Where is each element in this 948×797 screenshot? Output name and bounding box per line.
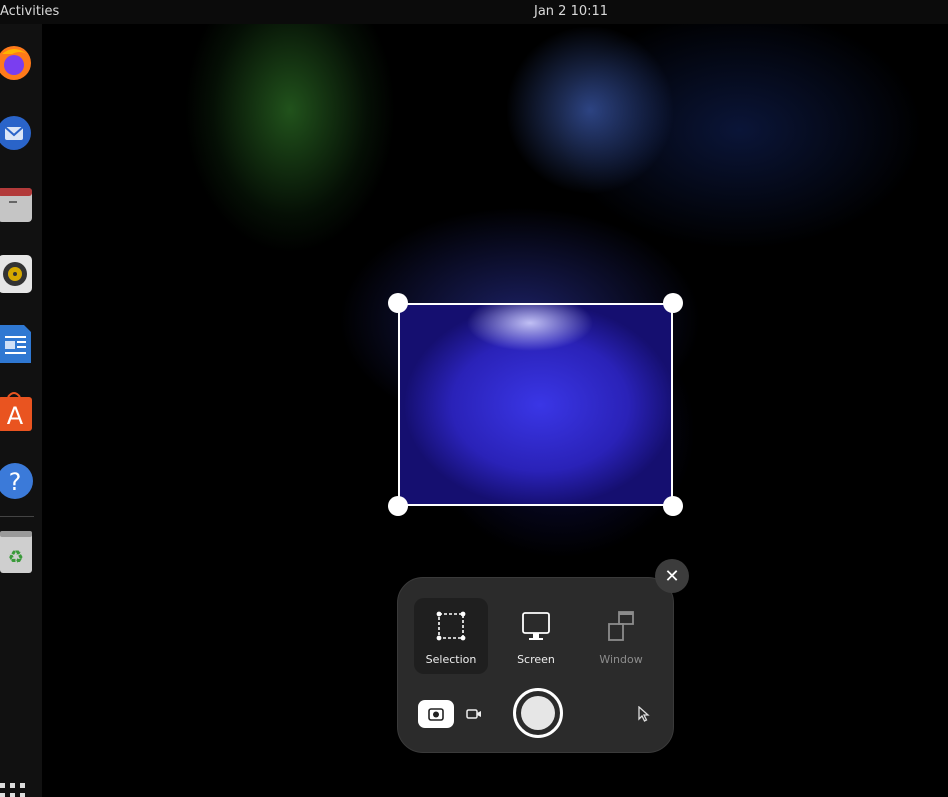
dock-item-thunderbird[interactable] (0, 110, 34, 156)
dock-item-rhythmbox[interactable] (0, 250, 34, 296)
dock-item-firefox[interactable] (0, 40, 34, 86)
window-icon (608, 611, 634, 641)
dock-item-help[interactable]: ? (0, 458, 34, 504)
selection-handle-top-left[interactable] (388, 293, 408, 313)
selection-mode-button[interactable]: Selection (414, 598, 488, 674)
help-glyph: ? (9, 468, 22, 496)
selection-area[interactable] (398, 303, 673, 506)
capture-button[interactable] (513, 688, 563, 738)
screen-mode-label: Screen (517, 653, 555, 666)
selection-handle-top-right[interactable] (663, 293, 683, 313)
camera-icon (428, 708, 444, 721)
window-mode-label: Window (599, 653, 643, 666)
help-icon: ? (0, 463, 33, 499)
dock-item-trash[interactable]: ♻ (0, 528, 34, 574)
show-apps-button[interactable] (0, 781, 30, 797)
pointer-icon (638, 706, 650, 722)
screenshot-toggle[interactable] (418, 700, 454, 728)
close-button[interactable]: ✕ (655, 559, 689, 593)
screencast-toggle[interactable] (460, 700, 488, 728)
monitor-icon (522, 612, 550, 640)
libreoffice-writer-icon (0, 325, 31, 363)
selection-handle-bottom-right[interactable] (663, 496, 683, 516)
dock-item-app-center[interactable]: A (0, 388, 34, 434)
dock-separator (0, 516, 34, 517)
trash-icon: ♻ (0, 531, 32, 573)
activities-button[interactable]: Activities (0, 4, 59, 19)
screen-mode-button[interactable]: Screen (499, 598, 573, 674)
video-camera-icon (466, 709, 481, 719)
recycle-glyph: ♻ (8, 547, 24, 568)
firefox-icon (0, 46, 31, 80)
selection-handle-bottom-left[interactable] (388, 496, 408, 516)
app-center-icon: A (0, 392, 32, 431)
window-mode-button[interactable]: Window (584, 598, 658, 674)
capture-button-inner (521, 696, 555, 730)
dock-item-writer[interactable] (0, 320, 34, 366)
desktop: Activities Jan 2 10:11 A ? ♻ Selection S… (0, 0, 948, 797)
app-grid-icon (0, 783, 25, 797)
thunderbird-icon (0, 116, 31, 150)
app-center-letter: A (7, 402, 24, 430)
files-icon (0, 188, 32, 222)
dock: A ? ♻ (0, 24, 42, 797)
top-bar: Activities Jan 2 10:11 (0, 0, 948, 24)
close-icon: ✕ (664, 565, 680, 587)
show-pointer-toggle[interactable] (633, 703, 655, 725)
selection-icon (436, 611, 466, 641)
selection-mode-label: Selection (425, 653, 477, 666)
rhythmbox-icon (0, 255, 32, 293)
clock[interactable]: Jan 2 10:11 (534, 4, 608, 19)
dock-item-files[interactable] (0, 180, 34, 226)
screenshot-panel: Selection Screen Window (397, 577, 674, 753)
